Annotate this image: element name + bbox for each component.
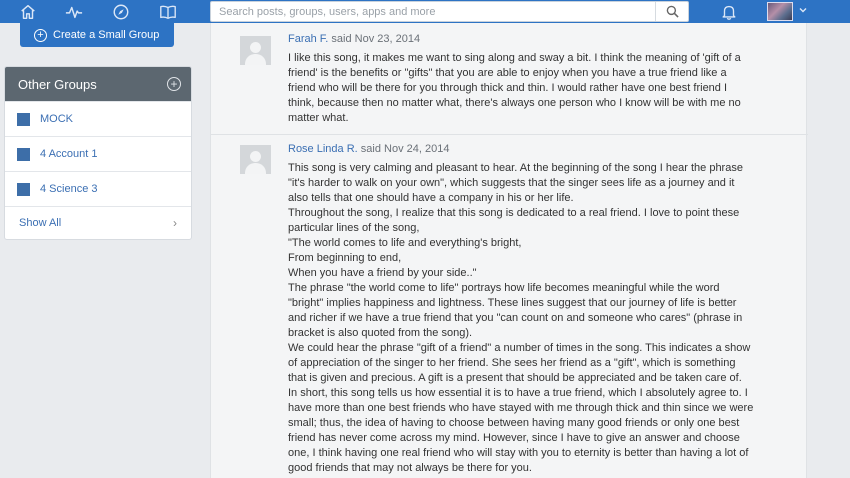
bell-icon[interactable] xyxy=(716,0,742,23)
post-line: one, I think having one real friend who … xyxy=(288,447,749,459)
post-line: When you have a friend by your side.." xyxy=(288,267,477,279)
post-line: friend has never come across my mind. Ho… xyxy=(288,432,740,444)
group-icon xyxy=(17,112,30,126)
post-body: This song is very calming and pleasant t… xyxy=(288,161,778,476)
group-label: MOCK xyxy=(40,113,73,125)
post-line: I like this song, it makes me want to si… xyxy=(288,52,741,64)
group-item-4-account-1[interactable]: 4 Account 1 xyxy=(5,136,191,171)
group-item-4-science-3[interactable]: 4 Science 3 xyxy=(5,171,191,206)
post-item: Farah F. said Nov 23, 2014 I like this s… xyxy=(211,23,808,135)
post-meta: Farah F. said Nov 23, 2014 xyxy=(288,33,420,45)
post-line: think, because then no matter what, ther… xyxy=(288,97,741,109)
post-line: This song is very calming and pleasant t… xyxy=(288,162,743,174)
post-line: friend' is the benefits or "gifts" that … xyxy=(288,67,727,79)
compass-icon[interactable] xyxy=(108,0,134,23)
post-author-link[interactable]: Farah F. xyxy=(288,33,328,45)
post-line: "it's harder to walk on your own", which… xyxy=(288,177,735,189)
group-icon xyxy=(17,147,30,161)
post-line: of appreciation of the singer to her fri… xyxy=(288,357,736,369)
post-line: "bright" implies happiness and lightness… xyxy=(288,297,737,309)
group-label: 4 Account 1 xyxy=(40,148,98,160)
create-small-group-button[interactable]: + Create a Small Group xyxy=(20,23,174,47)
group-icon xyxy=(17,182,30,196)
group-label: 4 Science 3 xyxy=(40,183,98,195)
post-line: also tells that one should have a compan… xyxy=(288,192,574,204)
other-groups-header: Other Groups + xyxy=(5,67,191,101)
post-line: friend who will be there for you through… xyxy=(288,82,728,94)
user-avatar-placeholder-icon[interactable] xyxy=(240,145,271,174)
search-button[interactable] xyxy=(655,2,688,21)
other-groups-panel: Other Groups + MOCK 4 Account 1 4 Scienc… xyxy=(4,66,192,240)
post-meta: Rose Linda R. said Nov 24, 2014 xyxy=(288,143,449,155)
group-item-mock[interactable]: MOCK xyxy=(5,101,191,136)
post-line: In short, this song tells us how essenti… xyxy=(288,387,748,399)
post-line: good friends that may not always be ther… xyxy=(288,462,532,474)
post-item: Rose Linda R. said Nov 24, 2014 This son… xyxy=(211,135,808,478)
add-group-icon[interactable]: + xyxy=(167,77,181,91)
post-line: We could hear the phrase "gift of a frie… xyxy=(288,342,751,354)
show-all-label: Show All xyxy=(19,217,62,229)
post-line: that is given and precious. A gift is a … xyxy=(288,372,742,384)
post-feed: Farah F. said Nov 23, 2014 I like this s… xyxy=(210,23,808,478)
user-avatar-placeholder-icon[interactable] xyxy=(240,36,271,65)
search-bar xyxy=(210,1,689,22)
book-icon[interactable] xyxy=(155,0,181,23)
post-line: particular lines of the song, xyxy=(288,222,420,234)
search-input[interactable] xyxy=(211,2,651,21)
post-line: The phrase "the world come to life" port… xyxy=(288,282,720,294)
search-icon xyxy=(666,5,679,18)
post-line: Throughout the song, I realize that this… xyxy=(288,207,740,219)
post-line: bracket is also quoted from the song). xyxy=(288,327,473,339)
top-nav-bar xyxy=(0,0,850,23)
chevron-right-icon: › xyxy=(173,216,177,230)
create-small-group-label: Create a Small Group xyxy=(53,29,160,41)
post-line: and richer if we have a true friend that… xyxy=(288,312,743,324)
other-groups-title: Other Groups xyxy=(18,76,97,92)
plus-circle-icon: + xyxy=(34,28,47,42)
post-line: matter what. xyxy=(288,112,349,124)
home-icon[interactable] xyxy=(15,0,41,23)
activity-icon[interactable] xyxy=(61,0,87,23)
post-date: said Nov 23, 2014 xyxy=(331,33,421,45)
user-avatar[interactable] xyxy=(767,2,793,21)
post-line: have more than one best friends who have… xyxy=(288,402,754,414)
post-date: said Nov 24, 2014 xyxy=(360,143,450,155)
post-line: small; thus, the idea of having to choos… xyxy=(288,417,740,429)
chevron-down-icon[interactable] xyxy=(798,5,808,18)
post-line: "The world comes to life and everything'… xyxy=(288,237,522,249)
show-all-link[interactable]: Show All › xyxy=(5,206,191,239)
post-author-link[interactable]: Rose Linda R. xyxy=(288,143,358,155)
post-line: From beginning to end, xyxy=(288,252,402,264)
post-body: I like this song, it makes me want to si… xyxy=(288,51,778,126)
